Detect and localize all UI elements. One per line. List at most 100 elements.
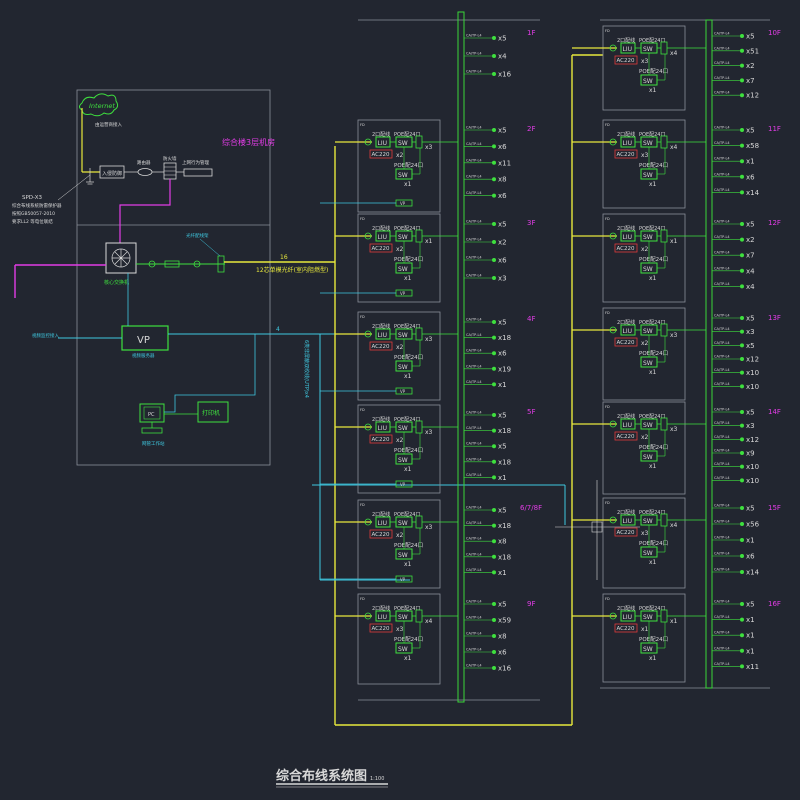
poe-switch-label: POE配24口 <box>639 444 668 451</box>
outlet-icon <box>492 539 496 544</box>
outlet-type: CA/TP-L4 <box>714 382 730 386</box>
outlet-count: x6 <box>746 173 755 181</box>
fiber-trunk-label: 12芯单模光纤(室内阻燃型) <box>256 266 328 274</box>
fd-tag: FD <box>360 408 365 412</box>
switch-count: x3 <box>425 144 433 151</box>
outlet-icon <box>740 648 744 653</box>
outlet-icon <box>740 190 744 195</box>
outlet-icon <box>492 36 496 40</box>
outlet-count: x5 <box>498 443 507 451</box>
outlet-icon <box>740 284 744 289</box>
outlet-count: x10 <box>746 463 759 471</box>
floor-label: 13F <box>768 314 781 322</box>
liu-label: LIU <box>623 422 633 429</box>
outlet-icon <box>740 253 744 258</box>
switch-label: SW <box>398 520 408 527</box>
outlet-count: x18 <box>498 334 511 342</box>
liu-count: x3 <box>641 58 649 65</box>
ac-power-label: AC220 <box>372 532 391 538</box>
poe-switch-label: POE配24口 <box>639 636 668 643</box>
fd-tag: FD <box>360 597 365 601</box>
poe-switch-count: x1 <box>404 655 412 662</box>
poe-switch-sw: SW <box>398 552 408 559</box>
floor-label: 11F <box>768 125 781 133</box>
outlet-icon <box>740 506 744 510</box>
liu-label: LIU <box>378 234 388 241</box>
outlet-icon <box>492 666 496 670</box>
switch-label: SW <box>643 234 653 241</box>
outlet-icon <box>492 54 496 58</box>
outlet-type: CA/TP-L4 <box>466 220 482 224</box>
outlet-type: CA/TP-L4 <box>714 600 730 604</box>
floor-label: 9F <box>527 600 535 608</box>
poe-switch-sw: SW <box>643 360 653 367</box>
outlet-count: x18 <box>498 553 511 561</box>
outlet-type: CA/TP-L4 <box>714 76 730 80</box>
switch-count: x3 <box>425 524 433 531</box>
outlet-count: x6 <box>498 257 507 265</box>
floor-label: 15F <box>768 504 781 512</box>
diagram-title: 综合布线系统图 <box>276 768 367 784</box>
poe-switch-sw: SW <box>643 454 653 461</box>
outlet-icon <box>492 523 496 528</box>
poe-switch-count: x1 <box>649 181 657 188</box>
switch-count: x4 <box>425 618 433 625</box>
outlet-type: CA/TP-L4 <box>714 552 730 556</box>
fd-tag: FD <box>360 503 365 507</box>
outlet-count: x56 <box>746 521 760 529</box>
outlet-icon <box>740 34 744 38</box>
outlet-icon <box>740 633 744 638</box>
workstation-pc-label: PC <box>148 412 155 418</box>
switch-count: x1 <box>670 618 678 625</box>
switch-label: SW <box>643 46 653 53</box>
printer-label: 打印机 <box>202 409 220 417</box>
outlet-count: x6 <box>498 649 507 657</box>
ac-power-label: AC220 <box>617 58 636 64</box>
outlet-type: CA/TP-L4 <box>466 364 482 368</box>
outlet-type: CA/TP-L4 <box>466 552 482 556</box>
switch-label: SW <box>643 614 653 621</box>
poe-switch-count: x1 <box>649 275 657 282</box>
outlet-count: x6 <box>746 553 755 561</box>
outlet-type: CA/TP-L4 <box>714 172 730 176</box>
fd-tag: FD <box>360 315 365 319</box>
outlet-count: x5 <box>498 319 507 327</box>
outlet-count: x4 <box>746 267 755 275</box>
poe-switch-label: POE配24口 <box>394 162 423 169</box>
liu-label: LIU <box>623 46 633 53</box>
outlet-type: CA/TP-L4 <box>714 251 730 255</box>
outlet-icon <box>740 143 744 148</box>
outlet-type: CA/TP-L4 <box>466 537 482 541</box>
poe-switch-label: POE配24口 <box>394 542 423 549</box>
outlet-type: CA/TP-L4 <box>714 235 730 239</box>
outlet-count: x5 <box>746 601 755 609</box>
outlet-icon <box>492 459 496 464</box>
riser-note: 6类非屏蔽双绞线(UTP)x4 <box>303 340 310 398</box>
outlet-count: x3 <box>746 328 755 336</box>
outlet-count: x2 <box>498 239 507 247</box>
liu-count: x2 <box>641 340 649 347</box>
outlet-count: x4 <box>746 283 755 291</box>
outlet-type: CA/TP-L4 <box>466 600 482 604</box>
outlet-count: x5 <box>746 409 755 417</box>
outlet-icon <box>740 222 744 226</box>
outlet-icon <box>740 343 744 348</box>
outlet-type: CA/TP-L4 <box>714 631 730 635</box>
outlet-type: CA/TP-L4 <box>466 333 482 337</box>
outlet-type: CA/TP-L4 <box>714 266 730 270</box>
outlet-type: CA/TP-L4 <box>466 473 482 477</box>
outlet-count: x6 <box>498 350 507 358</box>
wiring-system-diagram: 综合楼3层机房 Internet 由运营商接入 SPD-X3 综合布线系统防雷保… <box>0 0 800 800</box>
outlet-icon <box>492 475 496 480</box>
liu-count: x1 <box>641 626 649 633</box>
outlet-icon <box>740 617 744 622</box>
outlet-type: CA/TP-L4 <box>466 521 482 525</box>
fd-tag: FD <box>605 29 610 33</box>
outlet-count: x14 <box>746 189 760 197</box>
poe-switch-sw: SW <box>643 78 653 85</box>
vp-node-label: VP <box>400 291 406 296</box>
fiber-trunk-count: 16 <box>280 254 288 261</box>
outlet-icon <box>740 570 744 574</box>
outlet-type: CA/TP-L4 <box>466 191 482 195</box>
outlet-type: CA/TP-L4 <box>714 421 730 425</box>
